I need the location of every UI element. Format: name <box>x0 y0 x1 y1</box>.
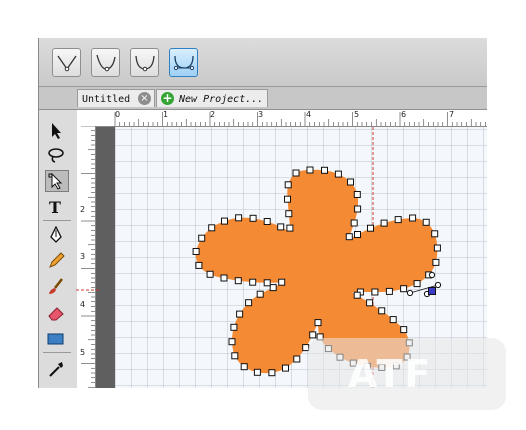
tool-palette: T <box>39 110 78 388</box>
pen-tool[interactable] <box>45 224 69 246</box>
tab-untitled[interactable]: Untitled × <box>77 89 155 107</box>
symmetric-node-icon <box>135 55 155 72</box>
brush-icon <box>49 278 63 294</box>
eyedropper-tool[interactable] <box>45 358 69 380</box>
tab-new-project[interactable]: + New Project... <box>156 89 268 107</box>
ruler-ticks <box>114 112 486 126</box>
horizontal-ruler: 0 1 2 3 4 5 6 7 <box>77 110 487 127</box>
smooth-node-button[interactable] <box>91 48 120 77</box>
node-edit-icon <box>48 173 63 190</box>
brush-tool[interactable] <box>45 276 69 298</box>
corner-node-button[interactable] <box>52 48 81 77</box>
document-tab-bar: Untitled × + New Project... <box>39 87 487 110</box>
symmetric-node-button[interactable] <box>130 48 159 77</box>
smooth-node-icon <box>96 54 116 72</box>
ruler-label: 3 <box>80 252 86 261</box>
ruler-label: 5 <box>354 110 360 119</box>
node-type-toolbar <box>39 38 487 87</box>
eyedropper-icon <box>49 362 63 377</box>
node-edit-tool[interactable] <box>45 170 69 192</box>
pencil-tool[interactable] <box>45 250 69 272</box>
auto-smooth-node-button[interactable] <box>169 48 198 77</box>
app-window: Untitled × + New Project... T 0 1 2 3 4 … <box>38 38 487 388</box>
ruler-label: 1 <box>163 110 169 119</box>
pen-icon <box>50 226 62 243</box>
ruler-label: 3 <box>258 110 264 119</box>
toolbox-divider <box>43 220 71 221</box>
add-tab-icon[interactable]: + <box>161 92 174 105</box>
toolbox-divider <box>43 352 71 353</box>
rectangle-tool[interactable] <box>45 328 69 350</box>
ruler-label: 7 <box>449 110 455 119</box>
ruler-label: 0 <box>115 110 121 119</box>
ruler-label: 2 <box>80 205 86 214</box>
ruler-label: 2 <box>210 110 216 119</box>
rectangle-icon <box>47 333 64 345</box>
ruler-label: 4 <box>80 300 86 309</box>
text-icon: T <box>49 198 61 216</box>
vertical-ruler: 2 3 4 5 6 <box>77 126 96 388</box>
close-icon[interactable]: × <box>138 92 151 105</box>
corner-node-icon <box>57 55 77 72</box>
tab-label: New Project... <box>179 94 264 105</box>
ruler-label: 4 <box>306 110 312 119</box>
ruler-label: 6 <box>401 110 407 119</box>
lasso-icon <box>48 148 64 163</box>
watermark-text: ATF <box>348 352 433 396</box>
pointer-icon <box>52 123 61 139</box>
ruler-label: 5 <box>80 348 86 357</box>
pointer-tool[interactable] <box>45 120 69 142</box>
auto-smooth-node-icon <box>173 55 195 71</box>
eraser-tool[interactable] <box>45 302 69 324</box>
page-margin <box>96 127 115 388</box>
tab-label: Untitled <box>82 94 131 105</box>
eraser-icon <box>48 307 64 321</box>
lasso-tool[interactable] <box>45 144 69 166</box>
svg-text:T: T <box>49 198 61 216</box>
text-tool[interactable]: T <box>45 196 69 218</box>
watermark: ATF <box>308 338 506 410</box>
pencil-icon <box>49 252 65 268</box>
